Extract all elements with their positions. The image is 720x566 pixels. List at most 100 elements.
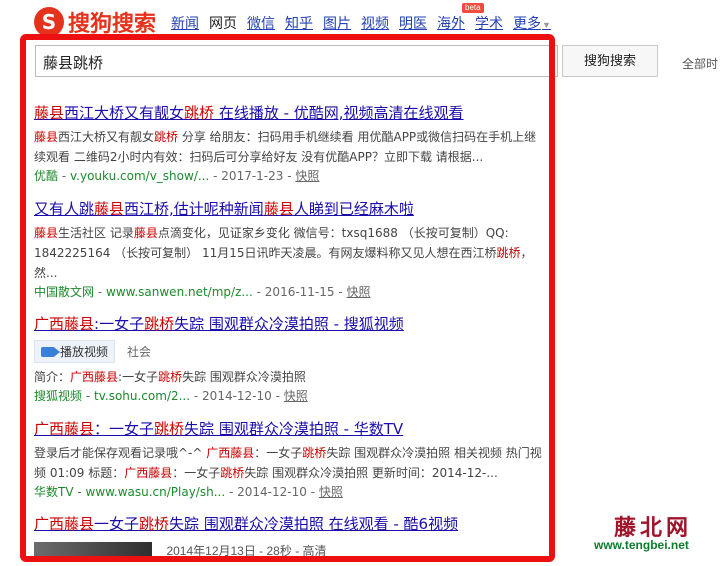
text-segment: :一女子: [118, 370, 159, 384]
nav-more-label: 更多: [513, 15, 541, 31]
cite-url: www.sanwen.net/mp/z...: [106, 285, 253, 299]
text-segment: 人睇到已经麻木啦: [293, 200, 414, 218]
text-segment: 登录后才能保存观看记录哦^-^: [34, 446, 207, 460]
result-snippet: 藤县西江大桥又有靓女跳桥 分享 给朋友：扫码用手机继续看 用优酷APP或微信扫码…: [34, 127, 544, 167]
video-row: 播放视频 社会: [34, 340, 544, 363]
result-item: 广西藤县一女子跳桥失踪 围观群众冷漠拍照 在线观看 - 酷6视频 2014年12…: [34, 513, 544, 560]
text-segment: 一女子: [94, 515, 140, 533]
cite-separator: -: [97, 285, 106, 299]
highlighted-keyword: 跳桥: [220, 466, 245, 480]
highlighted-keyword: 跳桥: [496, 246, 521, 260]
text-segment: 生活社区 记录: [58, 226, 134, 240]
text-segment: ：一女子: [254, 446, 303, 460]
highlighted-keyword: 跳桥: [144, 315, 175, 333]
result-date: 2016-11-15: [264, 285, 335, 299]
text-segment: :一女子: [94, 315, 145, 333]
chevron-down-icon: ▼: [542, 20, 551, 30]
play-video-label: 播放视频: [60, 345, 109, 359]
nav-news[interactable]: 新闻: [171, 13, 199, 33]
cite-separator: -: [275, 389, 284, 403]
snapshot-link[interactable]: 快照: [319, 485, 343, 499]
cite-separator: -: [338, 285, 347, 299]
highlighted-keyword: 跳桥: [139, 515, 170, 533]
cite-url: v.youku.com/v_show/...: [70, 169, 210, 183]
video-thumbnail[interactable]: [34, 542, 152, 560]
nav-overseas[interactable]: 海外: [437, 13, 465, 33]
highlighted-keyword: 跳桥: [154, 130, 179, 144]
watermark-url: www.tengbei.net: [594, 538, 689, 552]
cite-separator: -: [256, 285, 265, 299]
result-title[interactable]: 藤县西江大桥又有靓女跳桥 在线播放 - 优酷网,视频高清在线观看: [34, 102, 544, 123]
result-title[interactable]: 又有人跳藤县西江桥,估计呢种新闻藤县人睇到已经麻木啦: [34, 198, 544, 219]
top-nav: 新闻 网页 微信 知乎 图片 视频 明医 海外 学术 更多▼: [171, 13, 561, 33]
snapshot-link[interactable]: 快照: [295, 169, 319, 183]
result-date: 2014-12-10: [202, 389, 272, 403]
search-input[interactable]: 藤县跳桥: [35, 45, 558, 77]
highlighted-keyword: 广西藤县: [124, 466, 173, 480]
cite-url: www.wasu.cn/Play/sh...: [85, 485, 226, 499]
text-segment: 在线播放 - 优酷网,视频高清在线观看: [214, 104, 464, 122]
snapshot-link[interactable]: 快照: [284, 389, 308, 403]
highlighted-keyword: 藤县: [34, 130, 59, 144]
text-segment: ：一女子: [172, 466, 221, 480]
nav-more[interactable]: 更多▼: [513, 13, 551, 33]
result-title[interactable]: 广西藤县：一女子跳桥失踪 围观群众冷漠拍照 - 华数TV: [34, 418, 544, 439]
highlighted-keyword: 藤县: [133, 226, 158, 240]
text-segment: 西江桥,估计呢种新闻: [124, 200, 264, 218]
snapshot-link[interactable]: 快照: [347, 285, 371, 299]
result-item: 藤县西江大桥又有靓女跳桥 在线播放 - 优酷网,视频高清在线观看 藤县西江大桥又…: [34, 102, 544, 185]
result-date: 2017-1-23: [221, 169, 284, 183]
cite-separator: -: [77, 485, 86, 499]
highlighted-keyword: 藤县: [94, 200, 125, 218]
result-snippet: 藤县生活社区 记录藤县点滴变化，见证家乡变化 微信号：txsq1688 （长按可…: [34, 223, 544, 283]
cite-separator: -: [61, 169, 70, 183]
category-tag: 社会: [127, 345, 152, 359]
highlighted-keyword: 广西藤县: [34, 420, 95, 438]
result-cite: 华数TV - www.wasu.cn/Play/sh... - 2014-12-…: [34, 483, 544, 501]
highlighted-keyword: 广西藤县: [206, 446, 255, 460]
result-cite: 搜狐视频 - tv.sohu.com/2... - 2014-12-10 - 快…: [34, 387, 544, 405]
result-item: 广西藤县:一女子跳桥失踪 围观群众冷漠拍照 - 搜狐视频 播放视频 社会 简介：…: [34, 313, 544, 405]
text-segment: 又有人跳: [34, 200, 95, 218]
result-title[interactable]: 广西藤县:一女子跳桥失踪 围观群众冷漠拍照 - 搜狐视频: [34, 313, 544, 334]
time-filter[interactable]: 全部时: [682, 55, 718, 72]
result-snippet: 简介：广西藤县:一女子跳桥失踪 围观群众冷漠拍照: [34, 367, 544, 387]
beta-badge: beta: [462, 3, 484, 13]
text-segment: 失踪 围观群众冷漠拍照 在线观看 - 酷6视频: [169, 515, 459, 533]
nav-video[interactable]: 视频: [361, 13, 389, 33]
highlighted-keyword: 广西藤县: [70, 370, 119, 384]
text-segment: 西江大桥又有靓女: [64, 104, 185, 122]
search-button[interactable]: 搜狗搜索: [562, 45, 658, 77]
cite-url: tv.sohu.com/2...: [94, 389, 191, 403]
highlighted-keyword: 跳桥: [158, 370, 183, 384]
video-camera-icon: [41, 346, 60, 357]
cite-separator: -: [228, 485, 238, 499]
cite-separator: -: [310, 485, 319, 499]
highlighted-keyword: 广西藤县: [34, 315, 95, 333]
cite-separator: -: [85, 389, 94, 403]
highlighted-keyword: 跳桥: [302, 446, 327, 460]
nav-web[interactable]: 网页: [209, 13, 237, 33]
result-meta-row: 2014年12月13日 - 28秒 - 高清: [34, 542, 544, 560]
play-video-button[interactable]: 播放视频: [34, 340, 116, 363]
nav-wechat[interactable]: 微信: [247, 13, 275, 33]
nav-academic[interactable]: 学术: [475, 13, 503, 33]
result-cite: 中国散文网 - www.sanwen.net/mp/z... - 2016-11…: [34, 283, 544, 301]
text-segment: 失踪 围观群众冷漠拍照 更新时间：2014-12-...: [244, 466, 498, 480]
result-title[interactable]: 广西藤县一女子跳桥失踪 围观群众冷漠拍照 在线观看 - 酷6视频: [34, 513, 544, 534]
highlighted-keyword: 藤县: [34, 226, 59, 240]
result-cite: 优酷 - v.youku.com/v_show/... - 2017-1-23 …: [34, 167, 544, 185]
cite-site: 优酷: [34, 169, 59, 183]
nav-medical[interactable]: 明医: [399, 13, 427, 33]
text-segment: 失踪 围观群众冷漠拍照 - 华数TV: [184, 420, 404, 438]
result-item: 又有人跳藤县西江桥,估计呢种新闻藤县人睇到已经麻木啦 藤县生活社区 记录藤县点滴…: [34, 198, 544, 301]
nav-zhihu[interactable]: 知乎: [285, 13, 313, 33]
sogou-logo[interactable]: S 搜狗搜索: [34, 6, 156, 38]
highlighted-keyword: 藤县: [263, 200, 294, 218]
highlighted-keyword: 藤县: [34, 104, 65, 122]
result-item: 广西藤县：一女子跳桥失踪 围观群众冷漠拍照 - 华数TV 登录后才能保存观看记录…: [34, 418, 544, 501]
highlighted-keyword: 广西藤县: [34, 515, 95, 533]
result-snippet: 登录后才能保存观看记录哦^-^ 广西藤县：一女子跳桥失踪 围观群众冷漠拍照 相关…: [34, 443, 544, 483]
highlighted-keyword: 跳桥: [184, 104, 215, 122]
nav-images[interactable]: 图片: [323, 13, 351, 33]
